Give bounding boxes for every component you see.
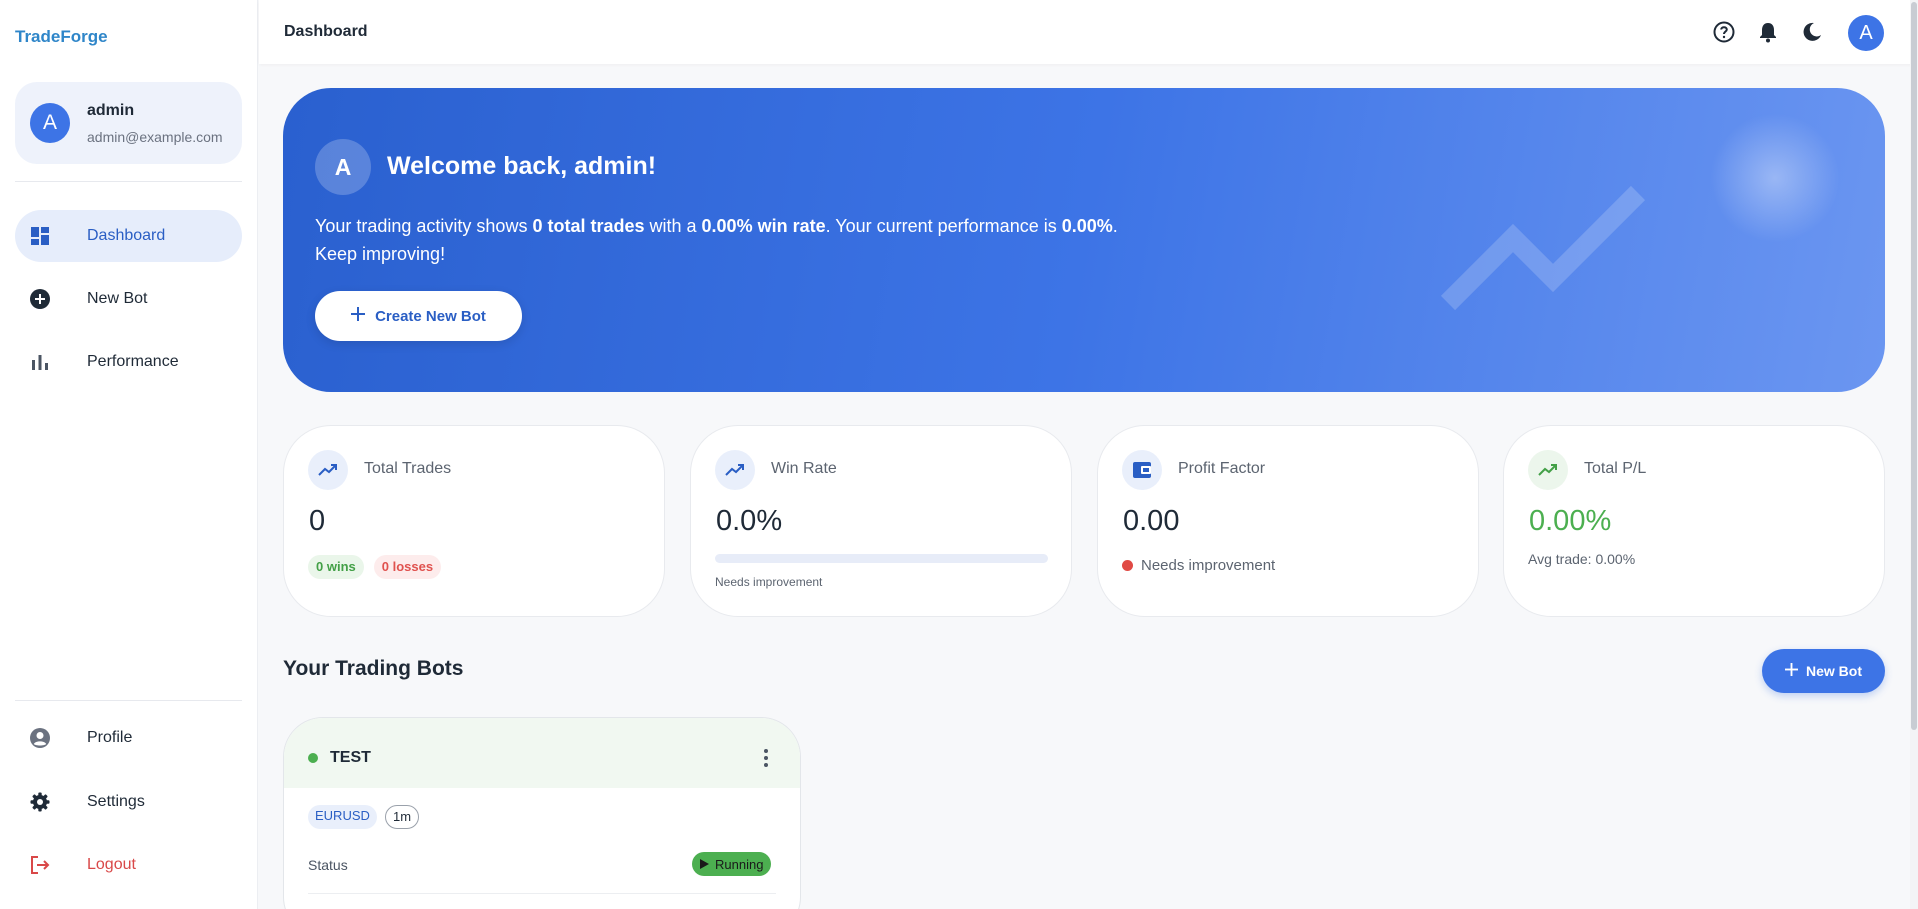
welcome-description: Your trading activity shows 0 total trad…	[315, 212, 1215, 268]
performance-highlight: 0.00%	[1061, 216, 1113, 236]
new-bot-button[interactable]: New Bot	[1762, 649, 1885, 693]
note-text: Needs improvement	[1141, 557, 1276, 574]
pair-badge: EURUSD	[308, 805, 377, 829]
sidebar-item-label: Settings	[87, 793, 145, 810]
desc-text: . Your current performance is	[825, 216, 1062, 236]
bell-icon[interactable]	[1755, 19, 1781, 45]
status-text: Running	[715, 856, 764, 872]
desc-text: .	[1112, 216, 1118, 236]
win-loss-chips: 0 wins 0 losses	[308, 555, 442, 579]
section-title-trading-bots: Your Trading Bots	[283, 657, 464, 680]
status-label: Status	[308, 857, 348, 873]
stat-card-win-rate: Win Rate 0.0% Needs improvement	[690, 425, 1072, 617]
logout-icon	[30, 855, 50, 875]
sidebar-item-label: New Bot	[87, 290, 148, 307]
status-badge: Running	[692, 852, 772, 876]
wins-badge: 0 wins	[308, 555, 364, 579]
banner-glow	[1705, 108, 1845, 248]
bot-card-divider	[308, 893, 776, 894]
stat-label: Profit Factor	[1178, 460, 1266, 477]
stat-card-profit-factor: Profit Factor 0.00 Needs improvement	[1097, 425, 1479, 617]
win-rate-highlight: 0.00% win rate	[701, 216, 826, 236]
total-trades-highlight: 0 total trades	[532, 216, 645, 236]
win-rate-progress	[715, 554, 1048, 563]
sidebar-item-performance[interactable]: Performance	[15, 336, 242, 388]
stat-card-total-trades: Total Trades 0 0 wins 0 losses	[283, 425, 665, 617]
gear-icon	[30, 792, 50, 812]
sidebar-item-new-bot[interactable]: New Bot	[15, 273, 242, 325]
losses-badge: 0 losses	[373, 555, 442, 579]
more-vertical-icon[interactable]	[756, 747, 776, 769]
add-circle-icon	[30, 289, 50, 309]
welcome-banner: A Welcome back, admin! Your trading acti…	[283, 88, 1885, 392]
sidebar-item-label: Logout	[87, 856, 136, 873]
stat-label: Win Rate	[771, 460, 837, 477]
trending-up-icon	[1528, 450, 1568, 490]
avg-trade-note: Avg trade: 0.00%	[1528, 551, 1636, 567]
trending-up-icon	[308, 450, 348, 490]
play-icon	[700, 857, 709, 872]
status-dot-red	[1122, 560, 1133, 571]
sidebar: TradeForge A admin admin@example.com Das…	[0, 0, 258, 909]
desc-text: Keep improving!	[315, 244, 446, 264]
stat-card-total-pl: Total P/L 0.00% Avg trade: 0.00%	[1503, 425, 1885, 617]
sidebar-item-dashboard[interactable]: Dashboard	[15, 210, 242, 262]
sidebar-item-label: Profile	[87, 729, 133, 746]
plus-icon	[351, 307, 366, 325]
bot-card[interactable]: TEST EURUSD 1m Status Running	[283, 717, 801, 909]
sidebar-item-settings[interactable]: Settings	[15, 776, 242, 828]
win-rate-note: Needs improvement	[715, 575, 823, 589]
user-circle-icon	[30, 728, 50, 748]
bar-chart-icon	[30, 352, 50, 372]
banner-avatar: A	[315, 139, 371, 195]
button-label: Create New Bot	[375, 307, 486, 325]
stat-value: 0.0%	[716, 505, 783, 537]
stat-value: 0.00	[1123, 505, 1180, 537]
plus-icon	[1785, 663, 1798, 679]
bot-name: TEST	[330, 749, 371, 766]
trending-up-icon	[715, 450, 755, 490]
user-email: admin@example.com	[87, 129, 223, 145]
bot-active-dot	[308, 753, 318, 763]
help-icon[interactable]	[1711, 19, 1737, 45]
sidebar-divider	[15, 700, 242, 701]
stat-value: 0	[309, 505, 326, 537]
desc-text: with a	[644, 216, 702, 236]
stat-label: Total Trades	[364, 460, 452, 477]
header-avatar[interactable]: A	[1848, 15, 1884, 51]
timeframe-badge: 1m	[385, 805, 420, 829]
button-label: New Bot	[1806, 663, 1862, 679]
trend-up-decoration-icon	[1438, 178, 1658, 323]
page-title: Dashboard	[284, 23, 368, 40]
moon-icon[interactable]	[1799, 19, 1825, 45]
user-card[interactable]: A admin admin@example.com	[15, 82, 242, 164]
brand-logo[interactable]: TradeForge	[15, 27, 108, 47]
profit-factor-note: Needs improvement	[1122, 557, 1275, 574]
top-bar: Dashboard A	[259, 0, 1918, 64]
user-name: admin	[87, 102, 135, 119]
stat-value: 0.00%	[1529, 505, 1612, 537]
sidebar-item-logout[interactable]: Logout	[15, 839, 242, 891]
scrollbar-thumb[interactable]	[1911, 2, 1917, 730]
create-new-bot-button[interactable]: Create New Bot	[315, 291, 522, 341]
wallet-icon	[1122, 450, 1162, 490]
sidebar-item-label: Dashboard	[87, 227, 166, 244]
sidebar-item-profile[interactable]: Profile	[15, 712, 242, 764]
sidebar-divider	[15, 181, 242, 182]
sidebar-item-label: Performance	[87, 353, 179, 370]
stat-label: Total P/L	[1584, 460, 1647, 477]
welcome-title: Welcome back, admin!	[387, 152, 657, 180]
dashboard-icon	[30, 226, 50, 246]
user-avatar: A	[30, 103, 70, 143]
desc-text: Your trading activity shows	[315, 216, 533, 236]
